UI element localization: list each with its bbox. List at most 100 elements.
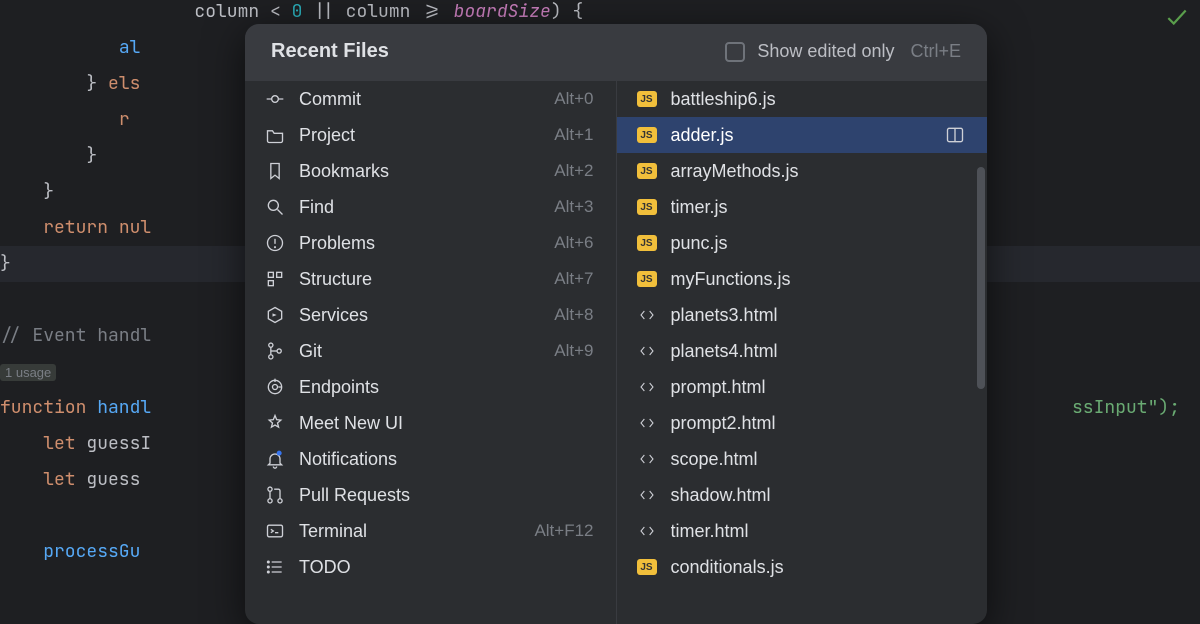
js-file-icon: JS [637, 235, 657, 251]
tool-shortcut: Alt+3 [554, 197, 593, 217]
git-icon [265, 341, 285, 361]
todo-icon [265, 557, 285, 577]
show-edited-shortcut: Ctrl+E [910, 41, 961, 62]
code-line[interactable]: al [0, 30, 140, 66]
code-line[interactable]: function handl [0, 390, 151, 426]
tool-item-find[interactable]: Find Alt+3 [245, 189, 616, 225]
tool-windows-list: CommitAlt+0 Project Alt+1 Bookmarks Alt+2 Fin… [245, 81, 617, 624]
file-name: conditionals.js [671, 557, 966, 578]
tool-item-git[interactable]: Git Alt+9 [245, 333, 616, 369]
scrollbar-thumb[interactable] [977, 167, 985, 389]
file-name: arrayMethods.js [671, 161, 966, 182]
code-line[interactable]: r [0, 102, 130, 138]
file-name: prompt2.html [671, 413, 966, 434]
code-line-tail[interactable]: ssInput"); [1072, 390, 1180, 426]
popup-header: Recent Files Show edited only Ctrl+E [245, 24, 987, 81]
show-edited-label: Show edited only [757, 41, 894, 62]
code-line[interactable]: // Event handl [0, 318, 151, 354]
tool-item-problems[interactable]: ProblemsAlt+6 [245, 225, 616, 261]
file-item[interactable]: JSadder.js [617, 117, 988, 153]
checkbox-icon [725, 42, 745, 62]
tool-shortcut: Alt+6 [554, 233, 593, 253]
html-file-icon [637, 521, 657, 541]
tool-label: Structure [299, 269, 540, 290]
split-right-icon[interactable] [945, 125, 965, 145]
show-edited-only-toggle[interactable]: Show edited only Ctrl+E [725, 41, 961, 62]
code-line[interactable]: 1 usage [0, 354, 56, 391]
recent-files-list: JSbattleship6.jsJSadder.jsJSarrayMethods… [617, 81, 988, 624]
file-item[interactable]: JS myFunctions.js [617, 261, 988, 297]
html-file-icon [637, 485, 657, 505]
tool-shortcut: Alt+2 [554, 161, 593, 181]
tool-shortcut: Alt+1 [554, 125, 593, 145]
file-item[interactable]: timer.html [617, 513, 988, 549]
find-icon [265, 197, 285, 217]
tool-item-notif[interactable]: Notifications [245, 441, 616, 477]
tool-item-commit[interactable]: CommitAlt+0 [245, 81, 616, 117]
code-line[interactable]: } [0, 246, 11, 282]
tool-label: Pull Requests [299, 485, 594, 506]
file-item[interactable]: JSarrayMethods.js [617, 153, 988, 189]
file-name: myFunctions.js [671, 269, 966, 290]
file-name: planets3.html [671, 305, 966, 326]
html-file-icon [637, 377, 657, 397]
file-item[interactable]: JS punc.js [617, 225, 988, 261]
code-line[interactable]: let guessI [0, 426, 151, 462]
tool-item-terminal[interactable]: TerminalAlt+F12 [245, 513, 616, 549]
code-line[interactable]: processGu [0, 534, 140, 570]
tool-item-project[interactable]: Project Alt+1 [245, 117, 616, 153]
file-item[interactable]: JS timer.js [617, 189, 988, 225]
tool-item-services[interactable]: Services Alt+8 [245, 297, 616, 333]
structure-icon [265, 269, 285, 289]
file-name: timer.html [671, 521, 966, 542]
file-item[interactable]: shadow.html [617, 477, 988, 513]
file-name: shadow.html [671, 485, 966, 506]
tool-label: Find [299, 197, 540, 218]
tool-label: Project [299, 125, 540, 146]
file-item[interactable]: planets4.html [617, 333, 988, 369]
tool-label: Notifications [299, 449, 594, 470]
tool-shortcut: Alt+7 [554, 269, 593, 289]
tool-label: Services [299, 305, 540, 326]
js-file-icon: JS [637, 271, 657, 287]
js-file-icon: JS [637, 199, 657, 215]
tool-item-endpoints[interactable]: Endpoints [245, 369, 616, 405]
html-file-icon [637, 449, 657, 469]
tool-label: Meet New UI [299, 413, 594, 434]
code-line[interactable]: } [0, 138, 97, 174]
analysis-ok-icon [1164, 4, 1190, 30]
tool-item-newui[interactable]: Meet New UI [245, 405, 616, 441]
project-icon [265, 125, 285, 145]
tool-shortcut: Alt+9 [554, 341, 593, 361]
file-name: battleship6.js [671, 89, 966, 110]
file-name: punc.js [671, 233, 966, 254]
file-item[interactable]: scope.html [617, 441, 988, 477]
code-line[interactable]: return nul [0, 210, 151, 246]
file-item[interactable]: prompt2.html [617, 405, 988, 441]
file-item[interactable]: planets3.html [617, 297, 988, 333]
js-file-icon: JS [637, 127, 657, 143]
tool-shortcut: Alt+8 [554, 305, 593, 325]
tool-item-todo[interactable]: TODO [245, 549, 616, 585]
code-line[interactable]: let guess [0, 462, 140, 498]
file-name: timer.js [671, 197, 966, 218]
file-name: scope.html [671, 449, 966, 470]
usage-hint[interactable]: 1 usage [0, 364, 56, 381]
newui-icon [265, 413, 285, 433]
js-file-icon: JS [637, 91, 657, 107]
tool-item-structure[interactable]: Structure Alt+7 [245, 261, 616, 297]
code-line[interactable]: } [0, 174, 54, 210]
tool-label: Terminal [299, 521, 520, 542]
file-item[interactable]: JS battleship6.js [617, 81, 988, 117]
notif-icon [265, 449, 285, 469]
problems-icon [265, 233, 285, 253]
file-item[interactable]: prompt.html [617, 369, 988, 405]
tool-label: Git [299, 341, 540, 362]
tool-label: Bookmarks [299, 161, 540, 182]
tool-shortcut: Alt+0 [554, 89, 593, 109]
file-item[interactable]: JSconditionals.js [617, 549, 988, 585]
tool-item-pull[interactable]: Pull Requests [245, 477, 616, 513]
code-line[interactable]: } els [0, 66, 140, 102]
popup-title: Recent Files [271, 40, 725, 63]
tool-item-bookmark[interactable]: Bookmarks Alt+2 [245, 153, 616, 189]
